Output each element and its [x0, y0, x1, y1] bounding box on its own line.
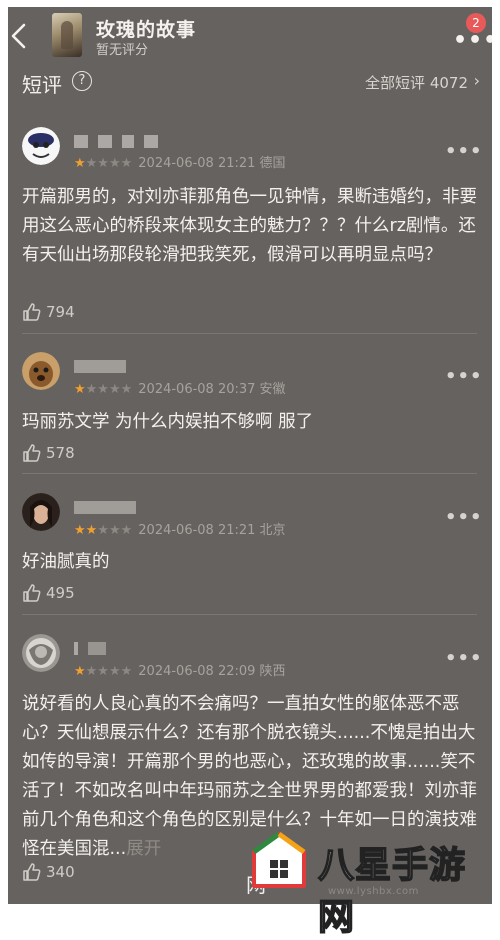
review-meta: ★★★★★ 2024-06-08 20:37 安徽 — [74, 378, 286, 397]
star-rating: ★★★★★ — [74, 382, 133, 397]
movie-poster-thumbnail[interactable] — [52, 13, 82, 57]
section-title: 短评 — [22, 73, 62, 97]
star-rating: ★★★★★ — [74, 156, 133, 171]
avatar[interactable] — [22, 493, 60, 531]
site-watermark: 八星手游网 www.lyshbx.com — [236, 826, 498, 939]
review-meta: ★★★★★ 2024-06-08 21:21 北京 — [74, 519, 286, 538]
help-icon[interactable]: ? — [72, 71, 92, 91]
like-count: 340 — [46, 863, 75, 881]
like-count: 794 — [46, 303, 75, 321]
divider — [22, 333, 477, 334]
review-date-location: 2024-06-08 20:37 安徽 — [138, 382, 286, 397]
like-count: 578 — [46, 444, 75, 462]
avatar[interactable] — [22, 127, 60, 165]
review-more-button[interactable]: ••• — [445, 648, 483, 669]
expand-link[interactable]: 展开 — [126, 839, 161, 859]
review-date-location: 2024-06-08 21:21 北京 — [138, 523, 286, 538]
review-text: 好油腻真的 — [22, 552, 110, 572]
notification-badge: 2 — [466, 13, 486, 33]
star-rating: ★★★★★ — [74, 523, 133, 538]
review-more-button[interactable]: ••• — [445, 141, 483, 162]
review-more-button[interactable]: ••• — [445, 507, 483, 528]
page-title: 玫瑰的故事 — [96, 19, 197, 41]
review-text: 开篇那男的，对刘亦菲那角色一见钟情，果断违婚约，非要用这么恶心的桥段来体现女主的… — [22, 187, 477, 265]
watermark-logo-icon — [252, 831, 306, 888]
avatar[interactable] — [22, 634, 60, 672]
chevron-right-icon: › — [473, 71, 480, 90]
username-blurred — [74, 640, 116, 655]
like-count: 495 — [46, 584, 75, 602]
username-blurred — [74, 358, 136, 373]
username-blurred — [74, 133, 168, 148]
star-rating: ★★★★★ — [74, 664, 133, 679]
all-reviews-link[interactable]: 全部短评 4072 — [365, 72, 468, 93]
divider — [22, 473, 477, 474]
review-date-location: 2024-06-08 21:21 德国 — [138, 156, 286, 171]
review-meta: ★★★★★ 2024-06-08 21:21 德国 — [74, 152, 286, 171]
rating-status: 暂无评分 — [96, 43, 149, 58]
app-screen: 玫瑰的故事 暂无评分 ••• 2 短评 ? 全部短评 4072 › ★★★★★ 2… — [8, 7, 492, 904]
review-meta: ★★★★★ 2024-06-08 22:09 陕西 — [74, 660, 286, 679]
divider — [22, 614, 477, 615]
review-text: 玛丽苏文学 为什么内娱拍不够啊 服了 — [22, 412, 314, 432]
review-more-button[interactable]: ••• — [445, 366, 483, 387]
watermark-url: www.lyshbx.com — [328, 886, 419, 897]
back-button[interactable] — [8, 21, 30, 51]
thumbs-up-icon — [23, 863, 41, 881]
chevron-left-icon — [11, 23, 26, 49]
review-date-location: 2024-06-08 22:09 陕西 — [138, 664, 286, 679]
thumbs-up-icon — [23, 444, 41, 462]
username-blurred — [74, 499, 146, 514]
avatar[interactable] — [22, 352, 60, 390]
top-bar: 玫瑰的故事 暂无评分 ••• 2 — [8, 7, 492, 63]
thumbs-up-icon — [23, 303, 41, 321]
thumbs-up-icon — [23, 584, 41, 602]
